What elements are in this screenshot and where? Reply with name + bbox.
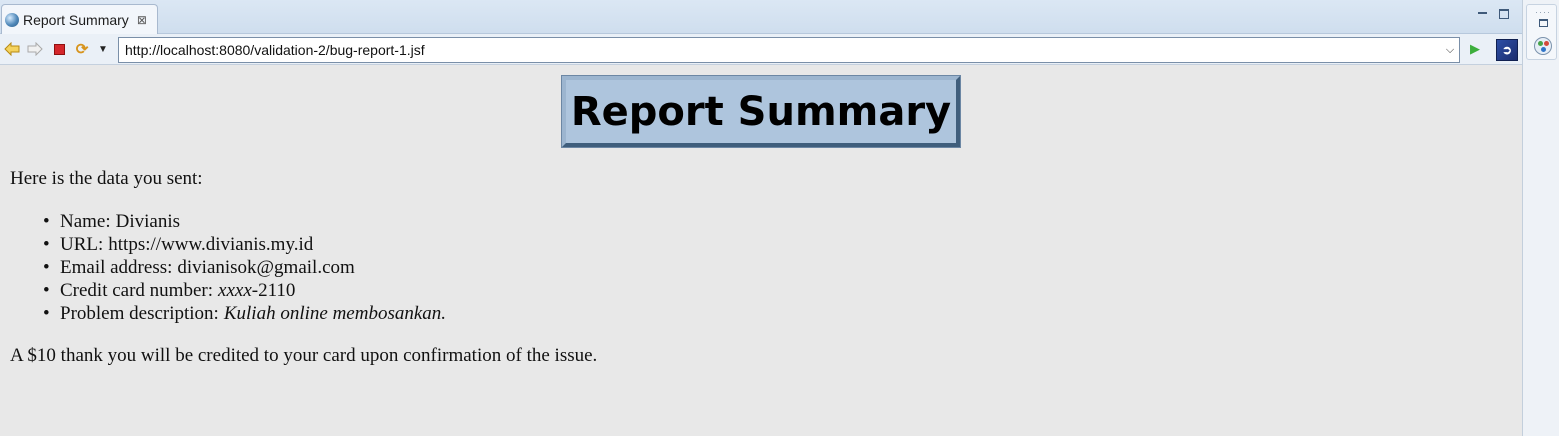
forward-icon[interactable] — [26, 40, 44, 58]
item-value: Kuliah online membosankan. — [223, 303, 447, 324]
list-item-credit-card: • Credit card number: xxxx -2110 — [43, 279, 446, 302]
item-label: Name: — [60, 211, 111, 232]
submitted-data-list: • Name: Divianis • URL: https://www.divi… — [43, 210, 446, 325]
web-page: Report Summary Here is the data you sent… — [0, 66, 1522, 436]
chevron-down-icon[interactable]: ⌵ — [1441, 44, 1459, 57]
editor-tab-bar: Report Summary ⊠ — [0, 0, 1522, 34]
go-icon[interactable]: ▶ — [1466, 40, 1484, 58]
browser-toolbar: ⟳ ▼ http://localhost:8080/validation-2/b… — [0, 34, 1522, 65]
restore-icon[interactable] — [1539, 19, 1548, 27]
globe-icon — [5, 12, 19, 27]
url-input[interactable]: http://localhost:8080/validation-2/bug-r… — [118, 37, 1460, 63]
item-value: https://www.divianis.my.id — [108, 234, 314, 255]
footer-note: A $10 thank you will be credited to your… — [10, 345, 598, 366]
close-icon[interactable]: ⊠ — [137, 14, 147, 26]
trim-panel: ···· — [1526, 4, 1557, 60]
stop-icon[interactable] — [50, 40, 68, 58]
item-label: Problem description: — [60, 303, 219, 324]
intro-text: Here is the data you sent: — [10, 168, 203, 189]
refresh-icon[interactable]: ⟳ — [73, 40, 91, 58]
bullet: • — [43, 280, 50, 301]
right-trim-bar: ···· — [1522, 0, 1559, 436]
item-value-masked: xxxx — [218, 280, 252, 301]
list-item-url: • URL: https://www.divianis.my.id — [43, 233, 446, 256]
maximize-icon[interactable] — [1497, 6, 1511, 20]
list-item-email: • Email address: divianisok@gmail.com — [43, 256, 446, 279]
url-text[interactable]: http://localhost:8080/validation-2/bug-r… — [119, 42, 1441, 58]
history-dropdown-icon[interactable]: ▼ — [94, 40, 112, 58]
item-label: Email address: — [60, 257, 173, 278]
bullet: • — [43, 257, 50, 278]
view-icon[interactable] — [1534, 37, 1552, 55]
list-item-problem: • Problem description: Kuliah online mem… — [43, 302, 446, 325]
page-title: Report Summary — [561, 75, 961, 148]
bullet: • — [43, 234, 50, 255]
back-icon[interactable] — [3, 40, 21, 58]
item-label: Credit card number: — [60, 280, 214, 301]
list-item-name: • Name: Divianis — [43, 210, 446, 233]
drag-handle-icon[interactable]: ···· — [1535, 8, 1551, 17]
item-value: divianisok@gmail.com — [177, 257, 355, 278]
item-label: URL: — [60, 234, 104, 255]
minimize-icon[interactable] — [1476, 6, 1490, 20]
bullet: • — [43, 303, 50, 324]
item-value: Divianis — [115, 211, 181, 232]
eclipse-browser-icon[interactable]: ➲ — [1496, 39, 1518, 61]
tab-report-summary[interactable]: Report Summary ⊠ — [1, 4, 158, 34]
bullet: • — [43, 211, 50, 232]
tab-title: Report Summary — [23, 11, 129, 28]
item-value-suffix: -2110 — [251, 280, 296, 301]
